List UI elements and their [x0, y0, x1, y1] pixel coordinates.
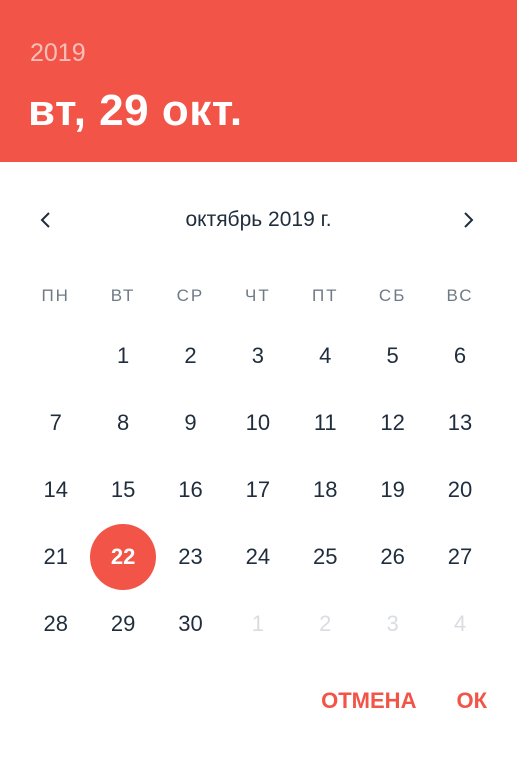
calendar-day-number: 11 [313, 409, 337, 435]
calendar-day-number: 8 [116, 409, 130, 435]
calendar-day-number: 6 [453, 342, 467, 368]
header-year[interactable]: 2019 [30, 38, 86, 68]
calendar-day[interactable]: 20 [426, 456, 493, 523]
weekday-label: ВС [446, 286, 474, 305]
calendar-day[interactable]: 24 [224, 523, 291, 590]
calendar-day-number: 15 [110, 476, 136, 502]
calendar-day-number: 13 [447, 409, 473, 435]
calendar-day[interactable]: 28 [22, 590, 89, 657]
month-year-label: октябрь 2019 г. [185, 208, 332, 231]
calendar-day[interactable]: 26 [359, 523, 426, 590]
calendar-day[interactable]: 15 [89, 456, 156, 523]
weekday-label: СР [176, 286, 205, 305]
calendar-day[interactable]: 17 [224, 456, 291, 523]
calendar-day-number: 1 [116, 342, 130, 368]
calendar-day-number: 16 [178, 476, 203, 502]
date-picker-header: 2019 вт, 29 окт. [0, 0, 517, 162]
header-selected-date[interactable]: вт, 29 окт. [28, 84, 243, 138]
calendar-day[interactable]: 12 [359, 389, 426, 456]
calendar-day-number: 10 [245, 409, 271, 435]
calendar-day-number: 30 [178, 610, 203, 636]
calendar-week-row: 21 22 23 24 25 26 27 [22, 523, 494, 590]
calendar-day[interactable]: 3 [224, 322, 291, 389]
calendar-day[interactable]: 27 [426, 523, 493, 590]
calendar-day-disabled: 4 [426, 590, 493, 657]
weekday-header-row: ПН ВТ СР ЧТ ПТ СБ ВС [22, 282, 494, 310]
ok-button[interactable]: ОК [456, 684, 487, 718]
calendar-day[interactable]: 11 [292, 389, 359, 456]
calendar-day[interactable]: 7 [22, 389, 89, 456]
calendar-day[interactable]: 8 [89, 389, 156, 456]
calendar-day[interactable]: 2 [157, 322, 224, 389]
calendar-day-number: 2 [319, 610, 332, 636]
calendar-day[interactable]: 23 [157, 523, 224, 590]
calendar-day[interactable]: 10 [224, 389, 291, 456]
calendar-day[interactable]: 14 [22, 456, 89, 523]
calendar-day-selected[interactable]: 22 [89, 523, 157, 590]
next-month-button[interactable] [448, 200, 488, 240]
calendar-day-number: 14 [43, 476, 68, 502]
calendar-day[interactable]: 5 [359, 322, 426, 389]
calendar-day-number: 1 [251, 610, 264, 636]
weekday-label: ВТ [110, 286, 136, 305]
calendar-day-number: 5 [386, 342, 399, 368]
calendar-day-number: 4 [453, 610, 467, 636]
calendar-day[interactable]: 25 [292, 523, 359, 590]
calendar-day-number: 28 [43, 610, 68, 636]
calendar-day-number: 23 [178, 543, 203, 569]
calendar-day[interactable]: 30 [157, 590, 224, 657]
weekday-label: СБ [378, 286, 407, 305]
calendar-day-number: 29 [110, 610, 136, 636]
calendar-empty-cell [22, 322, 89, 389]
calendar-day[interactable]: 29 [89, 590, 156, 657]
calendar-day[interactable]: 9 [157, 389, 224, 456]
calendar-day[interactable]: 4 [292, 322, 359, 389]
chevron-right-icon [464, 212, 474, 228]
calendar-day-number: 24 [245, 543, 271, 569]
calendar-day[interactable]: 6 [426, 322, 493, 389]
calendar-day-number: 27 [447, 543, 473, 569]
calendar-day-number: 21 [43, 543, 68, 569]
calendar-day-number: 3 [251, 342, 264, 368]
calendar-day-number: 25 [313, 543, 338, 569]
calendar-day[interactable]: 21 [22, 523, 89, 590]
calendar-day-number: 2 [184, 342, 197, 368]
calendar-day-disabled: 1 [224, 590, 291, 657]
calendar-day-number: 18 [313, 476, 338, 502]
calendar-day-number: 4 [319, 342, 332, 368]
weekday-label: ПТ [311, 286, 339, 305]
calendar-day-number: 7 [49, 409, 62, 435]
calendar-day-number: 9 [184, 409, 197, 435]
calendar-day-number: 17 [245, 476, 271, 502]
date-picker-dialog: 2019 вт, 29 окт. октябрь 2019 г. ПН ВТ С… [0, 0, 517, 768]
calendar-day-number: 26 [380, 543, 405, 569]
weekday-label: ПН [41, 286, 70, 305]
calendar-day-number: 19 [380, 476, 405, 502]
calendar-day-disabled: 3 [359, 590, 426, 657]
calendar-week-row: 1 2 3 4 5 6 [22, 322, 494, 389]
calendar-day-number: 20 [447, 476, 473, 502]
calendar-day[interactable]: 18 [292, 456, 359, 523]
calendar-day[interactable]: 13 [426, 389, 493, 456]
calendar-day-number: 12 [380, 409, 405, 435]
calendar-day[interactable]: 1 [89, 322, 156, 389]
calendar-day-number: 3 [386, 610, 399, 636]
weekday-label: ЧТ [245, 286, 271, 305]
calendar-day[interactable]: 19 [359, 456, 426, 523]
calendar-week-row: 28 29 30 1 2 3 4 [22, 590, 494, 657]
dialog-actions: ОТМЕНА ОК [321, 684, 487, 718]
calendar-week-row: 14 15 16 17 18 19 20 [22, 456, 494, 523]
calendar-day-disabled: 2 [292, 590, 359, 657]
calendar-week-row: 7 8 9 10 11 12 13 [22, 389, 494, 456]
calendar-day-number: 22 [110, 543, 136, 569]
calendar-day[interactable]: 16 [157, 456, 224, 523]
cancel-button[interactable]: ОТМЕНА [321, 684, 416, 718]
